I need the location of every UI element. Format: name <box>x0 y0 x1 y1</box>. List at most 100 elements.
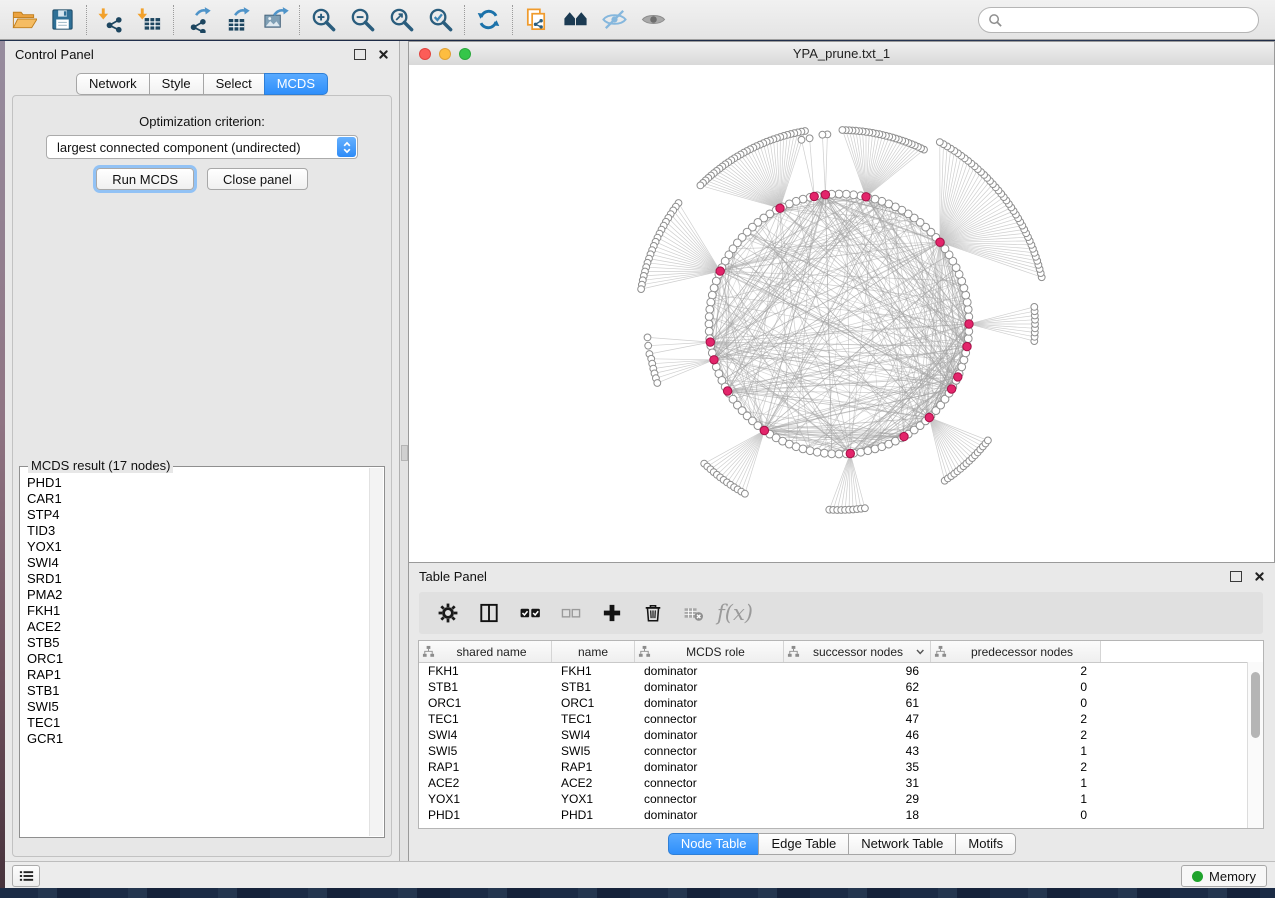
cell-shared-name[interactable]: ACE2 <box>419 776 552 790</box>
duplicate-network-icon[interactable] <box>517 3 556 37</box>
cell-MCDS-role[interactable]: connector <box>635 744 784 758</box>
table-scrollbar[interactable] <box>1247 662 1263 828</box>
mcds-result-item[interactable]: GCR1 <box>27 731 369 747</box>
mcds-result-item[interactable]: YOX1 <box>27 539 369 555</box>
network-window-titlebar[interactable]: YPA_prune.txt_1 <box>409 42 1274 66</box>
mcds-result-item[interactable]: ACE2 <box>27 619 369 635</box>
table-row[interactable]: PHD1PHD1dominator180 <box>419 807 1263 823</box>
cell-shared-name[interactable]: PHD1 <box>419 808 552 822</box>
cell-predecessor-nodes[interactable]: 0 <box>931 696 1101 710</box>
tab-edge-table[interactable]: Edge Table <box>758 833 849 855</box>
cell-predecessor-nodes[interactable]: 2 <box>931 712 1101 726</box>
table-row[interactable]: FKH1FKH1dominator962 <box>419 663 1263 679</box>
cell-shared-name[interactable]: TEC1 <box>419 712 552 726</box>
import-network-icon[interactable] <box>91 3 130 37</box>
cell-name[interactable]: SWI4 <box>552 728 635 742</box>
deselect-all-icon[interactable] <box>558 599 584 627</box>
zoom-in-icon[interactable] <box>304 3 343 37</box>
cell-shared-name[interactable]: FKH1 <box>419 664 552 678</box>
vertical-splitter[interactable] <box>400 41 408 861</box>
cell-successor-nodes[interactable]: 96 <box>784 664 931 678</box>
cell-successor-nodes[interactable]: 29 <box>784 792 931 806</box>
memory-button[interactable]: Memory <box>1181 865 1267 887</box>
cell-MCDS-role[interactable]: dominator <box>635 808 784 822</box>
mcds-result-item[interactable]: STB5 <box>27 635 369 651</box>
cell-MCDS-role[interactable]: dominator <box>635 728 784 742</box>
splitter-handle-icon[interactable] <box>401 445 408 461</box>
cell-name[interactable]: TEC1 <box>552 712 635 726</box>
tab-network[interactable]: Network <box>76 73 150 95</box>
cell-name[interactable]: STB1 <box>552 680 635 694</box>
table-row[interactable]: TEC1TEC1connector472 <box>419 711 1263 727</box>
show-all-icon[interactable] <box>634 3 673 37</box>
cell-predecessor-nodes[interactable]: 1 <box>931 792 1101 806</box>
cell-MCDS-role[interactable]: dominator <box>635 760 784 774</box>
cell-name[interactable]: YOX1 <box>552 792 635 806</box>
mcds-result-item[interactable]: SRD1 <box>27 571 369 587</box>
cell-successor-nodes[interactable]: 47 <box>784 712 931 726</box>
column-header-predecessor-nodes[interactable]: predecessor nodes <box>931 641 1101 662</box>
split-panel-icon[interactable] <box>476 599 502 627</box>
close-panel-icon[interactable] <box>1254 571 1265 582</box>
column-header-shared-name[interactable]: shared name <box>419 641 552 662</box>
import-table-icon[interactable] <box>130 3 169 37</box>
gear-icon[interactable] <box>435 599 461 627</box>
mcds-result-item[interactable]: RAP1 <box>27 667 369 683</box>
cell-predecessor-nodes[interactable]: 0 <box>931 808 1101 822</box>
export-table-icon[interactable] <box>217 3 256 37</box>
zoom-fit-icon[interactable] <box>382 3 421 37</box>
cell-successor-nodes[interactable]: 35 <box>784 760 931 774</box>
cell-predecessor-nodes[interactable]: 0 <box>931 680 1101 694</box>
cell-name[interactable]: FKH1 <box>552 664 635 678</box>
table-row[interactable]: ORC1ORC1dominator610 <box>419 695 1263 711</box>
mcds-result-item[interactable]: PHD1 <box>27 475 369 491</box>
cell-predecessor-nodes[interactable]: 2 <box>931 664 1101 678</box>
mcds-result-item[interactable]: TID3 <box>27 523 369 539</box>
column-header-MCDS-role[interactable]: MCDS role <box>635 641 784 662</box>
table-row[interactable]: YOX1YOX1connector291 <box>419 791 1263 807</box>
search-input[interactable] <box>1008 10 1258 30</box>
mcds-result-item[interactable]: CAR1 <box>27 491 369 507</box>
cell-name[interactable]: ORC1 <box>552 696 635 710</box>
save-session-icon[interactable] <box>43 3 82 37</box>
cell-successor-nodes[interactable]: 31 <box>784 776 931 790</box>
cell-MCDS-role[interactable]: dominator <box>635 696 784 710</box>
mcds-result-item[interactable]: ORC1 <box>27 651 369 667</box>
cell-predecessor-nodes[interactable]: 1 <box>931 744 1101 758</box>
cell-successor-nodes[interactable]: 61 <box>784 696 931 710</box>
cell-shared-name[interactable]: YOX1 <box>419 792 552 806</box>
cell-predecessor-nodes[interactable]: 1 <box>931 776 1101 790</box>
mcds-result-item[interactable]: STP4 <box>27 507 369 523</box>
mcds-result-item[interactable]: SWI5 <box>27 699 369 715</box>
tab-mcds[interactable]: MCDS <box>264 73 328 95</box>
add-column-icon[interactable] <box>599 599 625 627</box>
cell-name[interactable]: PHD1 <box>552 808 635 822</box>
result-list-scrollbar[interactable] <box>369 468 383 836</box>
tab-select[interactable]: Select <box>203 73 265 95</box>
export-network-icon[interactable] <box>178 3 217 37</box>
float-panel-icon[interactable] <box>1230 571 1242 582</box>
tab-style[interactable]: Style <box>149 73 204 95</box>
cell-shared-name[interactable]: ORC1 <box>419 696 552 710</box>
cell-MCDS-role[interactable]: connector <box>635 712 784 726</box>
table-row[interactable]: SWI4SWI4dominator462 <box>419 727 1263 743</box>
cell-successor-nodes[interactable]: 62 <box>784 680 931 694</box>
zoom-selected-icon[interactable] <box>421 3 460 37</box>
zoom-out-icon[interactable] <box>343 3 382 37</box>
table-row[interactable]: RAP1RAP1dominator352 <box>419 759 1263 775</box>
tab-node-table[interactable]: Node Table <box>668 833 760 855</box>
cell-successor-nodes[interactable]: 43 <box>784 744 931 758</box>
cell-successor-nodes[interactable]: 46 <box>784 728 931 742</box>
mcds-result-item[interactable]: STB1 <box>27 683 369 699</box>
cell-MCDS-role[interactable]: connector <box>635 792 784 806</box>
cell-predecessor-nodes[interactable]: 2 <box>931 728 1101 742</box>
cell-shared-name[interactable]: RAP1 <box>419 760 552 774</box>
search-box[interactable] <box>978 7 1259 33</box>
table-row[interactable]: SWI5SWI5connector431 <box>419 743 1263 759</box>
cell-name[interactable]: ACE2 <box>552 776 635 790</box>
cell-name[interactable]: SWI5 <box>552 744 635 758</box>
optimization-criterion-select[interactable]: largest connected component (undirected) <box>46 135 358 159</box>
mcds-result-item[interactable]: TEC1 <box>27 715 369 731</box>
cell-MCDS-role[interactable]: connector <box>635 776 784 790</box>
cell-shared-name[interactable]: SWI5 <box>419 744 552 758</box>
